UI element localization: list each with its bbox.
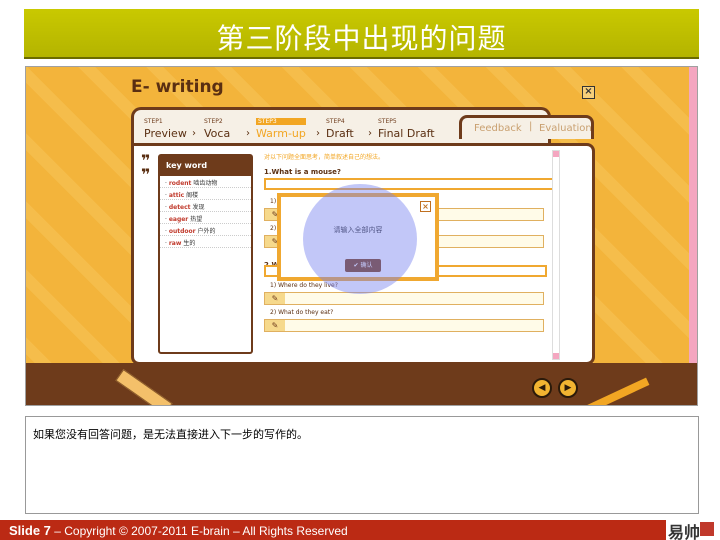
prev-button[interactable]: ◀ bbox=[532, 378, 552, 398]
sub-question-label: 2) What do they eat? bbox=[270, 309, 334, 316]
keyword-item: · detect 发现 bbox=[160, 200, 251, 212]
keyword-item: · outdoor 户外的 bbox=[160, 224, 251, 236]
next-button[interactable]: ▶ bbox=[558, 378, 578, 398]
keyword-item: · raw 生的 bbox=[160, 236, 251, 248]
tab-feedback[interactable]: Feedback bbox=[474, 123, 522, 134]
scrollbar[interactable] bbox=[552, 150, 560, 360]
sub-question-label: 1) Where do they live? bbox=[270, 282, 338, 289]
step-number: STEP4 bbox=[326, 118, 345, 125]
title-underline bbox=[24, 57, 699, 59]
slide-number: Slide 7 bbox=[9, 523, 51, 538]
step-number: STEP3 bbox=[256, 118, 306, 125]
dialog-confirm-button[interactable]: ✔ 确认 bbox=[345, 259, 381, 272]
step-separator: › bbox=[368, 128, 372, 139]
footer-bar: Slide 7 – Copyright © 2007-2011 E-brain … bbox=[0, 520, 720, 540]
step-label: Warm-up bbox=[256, 127, 306, 140]
step-label: Preview bbox=[144, 127, 187, 140]
keyword-header: key word bbox=[160, 156, 251, 176]
logo-seal bbox=[700, 522, 714, 536]
step-label: Draft bbox=[326, 127, 354, 140]
app-logo: E- writing bbox=[131, 77, 224, 97]
step-number: STEP5 bbox=[378, 118, 397, 125]
answer-field[interactable]: ✎ bbox=[264, 319, 544, 332]
step-final-draft[interactable]: STEP5 Final Draft bbox=[378, 118, 435, 140]
note-text: 如果您没有回答问题，是无法直接进入下一步的写作的。 bbox=[33, 428, 308, 441]
dialog-message: 请输入全部内容 bbox=[333, 226, 383, 234]
keyword-item: · rodent 啮齿动物 bbox=[160, 176, 251, 188]
keyword-item: · eager 热望 bbox=[160, 212, 251, 224]
scroll-up-arrow[interactable] bbox=[553, 151, 559, 157]
slide-title: 第三阶段中出现的问题 bbox=[216, 22, 507, 55]
answer-field[interactable]: ✎ bbox=[264, 292, 544, 305]
question-area: 对以下问题全面思考，简单叙述自己的想法。 1.What is a mouse? bbox=[264, 152, 554, 190]
keyword-item: · attic 阁楼 bbox=[160, 188, 251, 200]
step-number: STEP2 bbox=[204, 118, 223, 125]
note-box: 如果您没有回答问题，是无法直接进入下一步的写作的。 bbox=[25, 416, 699, 514]
quote-icon: ❞ ❞ bbox=[141, 151, 151, 184]
review-tabs: Feedback | Evaluation bbox=[459, 115, 594, 139]
pen-icon: ✎ bbox=[265, 293, 285, 304]
step-separator: › bbox=[316, 128, 320, 139]
app-close-button[interactable]: × bbox=[582, 86, 595, 99]
instruction-text: 对以下问题全面思考，简单叙述自己的想法。 bbox=[264, 154, 385, 161]
scroll-down-arrow[interactable] bbox=[553, 353, 559, 359]
sub-question-label: 1) bbox=[270, 198, 277, 205]
title-banner: 第三阶段中出现的问题 bbox=[24, 9, 699, 57]
app-side-bar bbox=[689, 67, 697, 367]
question-1-title: 1.What is a mouse? bbox=[264, 168, 341, 176]
step-label: Final Draft bbox=[378, 127, 435, 140]
tab-separator: | bbox=[529, 121, 533, 132]
step-number: STEP1 bbox=[144, 118, 163, 125]
footer-text: Slide 7 – Copyright © 2007-2011 E-brain … bbox=[9, 523, 348, 538]
question-1-answer-field[interactable] bbox=[264, 178, 554, 190]
copyright-text: – Copyright © 2007-2011 E-brain – All Ri… bbox=[50, 524, 348, 538]
company-logo: 易帅 bbox=[666, 519, 720, 540]
logo-glyph: 易帅 bbox=[668, 523, 701, 540]
alert-dialog: × 请输入全部内容 ✔ 确认 bbox=[277, 193, 439, 281]
step-label: Voca bbox=[204, 127, 231, 140]
step-draft[interactable]: STEP4 Draft bbox=[326, 118, 354, 140]
dialog-close-button[interactable]: × bbox=[420, 201, 431, 212]
keyword-panel: key word · rodent 啮齿动物 · attic 阁楼 · dete… bbox=[158, 154, 253, 354]
step-separator: › bbox=[192, 128, 196, 139]
pen-icon: ✎ bbox=[265, 320, 285, 331]
tab-evaluation[interactable]: Evaluation bbox=[539, 123, 592, 134]
step-separator: › bbox=[246, 128, 250, 139]
step-preview[interactable]: STEP1 Preview bbox=[144, 118, 187, 140]
step-voca[interactable]: STEP2 Voca bbox=[204, 118, 230, 140]
step-warm-up[interactable]: STEP3 Warm-up bbox=[256, 118, 306, 140]
sub-question-label: 2) bbox=[270, 225, 277, 232]
